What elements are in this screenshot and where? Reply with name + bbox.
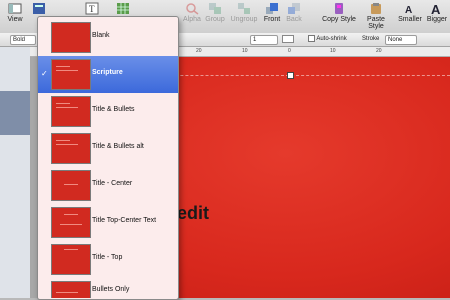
front-label: Front [263, 16, 281, 23]
copy-style-label: Copy Style [322, 16, 356, 23]
alpha-label: Alpha [183, 16, 201, 23]
svg-text:A: A [431, 2, 441, 15]
smaller-icon: A [405, 5, 412, 15]
smaller-label: Smaller [398, 16, 422, 23]
columns-select[interactable] [282, 35, 294, 43]
table-icon [117, 3, 129, 14]
selected-slide-thumbnail[interactable] [0, 91, 30, 135]
resize-handle[interactable] [287, 72, 294, 79]
shapes-button[interactable] [112, 2, 134, 16]
ungroup-button[interactable]: Ungroup [230, 2, 258, 23]
master-thumbnail [51, 22, 91, 53]
master-slides-button[interactable] [29, 2, 49, 16]
master-thumbnail [51, 133, 91, 164]
ruler-tick: 10 [242, 48, 248, 54]
master-item-label: Title Top-Center Text [92, 217, 157, 224]
svg-text:T: T [89, 4, 95, 14]
ruler-tick: 10 [330, 48, 336, 54]
front-button[interactable]: Front [262, 2, 282, 23]
master-item-label: Blank [92, 32, 110, 39]
master-thumbnail [51, 244, 91, 275]
master-slides-icon [33, 3, 45, 14]
line-spacing-select[interactable]: 1 [250, 35, 278, 45]
copy-style-button[interactable]: Copy Style [322, 2, 356, 23]
text-icon: T [85, 2, 99, 15]
ungroup-label: Ungroup [230, 16, 258, 23]
ruler-tick: 20 [196, 48, 202, 54]
font-style-value: Bold [13, 37, 26, 43]
font-style-select[interactable]: Bold [10, 35, 36, 45]
master-item-title-center[interactable]: Title - Center [38, 167, 178, 204]
master-thumbnail [51, 281, 91, 298]
line-spacing-value: 1 [253, 37, 257, 43]
stroke-select[interactable]: None [385, 35, 417, 45]
ungroup-icon [238, 3, 250, 14]
master-item-label: Title & Bullets alt [92, 143, 144, 150]
master-item-title-top[interactable]: Title - Top [38, 241, 178, 278]
view-label: View [7, 16, 23, 23]
master-item-scripture[interactable]: ✓ Scripture [38, 56, 178, 93]
master-item-bullets-only[interactable]: Bullets Only [38, 278, 178, 298]
slide-navigator[interactable] [0, 47, 31, 298]
master-thumbnail [51, 207, 91, 238]
copy-style-icon [335, 3, 343, 14]
back-label: Back [286, 16, 302, 23]
checkbox-icon [308, 35, 315, 42]
master-item-title-bullets-alt[interactable]: Title & Bullets alt [38, 130, 178, 167]
text-box-button[interactable]: T [85, 2, 99, 16]
master-item-label: Scripture [92, 69, 123, 76]
master-item-label: Title - Center [92, 180, 133, 187]
master-thumbnail [51, 96, 91, 127]
view-button[interactable]: View [4, 2, 26, 23]
master-item-blank[interactable]: Blank [38, 19, 178, 56]
group-button[interactable]: Group [205, 2, 225, 23]
bigger-label: Bigger [426, 16, 448, 23]
checkmark-icon: ✓ [41, 69, 48, 78]
view-icon [8, 3, 22, 14]
ruler-tick: 20 [376, 48, 382, 54]
master-item-label: Title - Top [92, 254, 123, 261]
master-thumbnail [51, 170, 91, 201]
bigger-icon: A [431, 2, 441, 15]
group-label: Group [205, 16, 225, 23]
master-item-title-bullets[interactable]: Title & Bullets [38, 93, 178, 130]
back-button[interactable]: Back [285, 2, 303, 23]
alpha-button[interactable]: Alpha [183, 2, 201, 23]
master-thumbnail [51, 59, 91, 90]
master-item-label: Bullets Only [92, 286, 130, 293]
front-icon [266, 3, 278, 14]
smaller-button[interactable]: A Smaller [397, 2, 423, 23]
autoshrink-label: Auto-shrink [316, 36, 347, 43]
ruler-tick: 0 [288, 48, 291, 54]
svg-text:A: A [405, 5, 412, 15]
group-icon [209, 3, 221, 14]
stroke-label: Stroke [362, 36, 380, 42]
paste-style-label: Paste Style [367, 16, 385, 30]
autoshrink-checkbox[interactable]: Auto-shrink [308, 35, 347, 43]
alpha-icon [186, 3, 199, 15]
back-icon [288, 3, 300, 14]
master-slide-menu: Blank ✓ Scripture Title & Bullets Title … [37, 16, 179, 300]
paste-style-button[interactable]: Paste Style [359, 2, 393, 30]
stroke-value: None [388, 37, 403, 43]
master-item-label: Title & Bullets [92, 106, 135, 113]
columns-icon [282, 35, 294, 43]
master-item-title-top-center-text[interactable]: Title Top-Center Text [38, 204, 178, 241]
bigger-button[interactable]: A Bigger [425, 2, 449, 23]
paste-style-icon [371, 3, 381, 14]
